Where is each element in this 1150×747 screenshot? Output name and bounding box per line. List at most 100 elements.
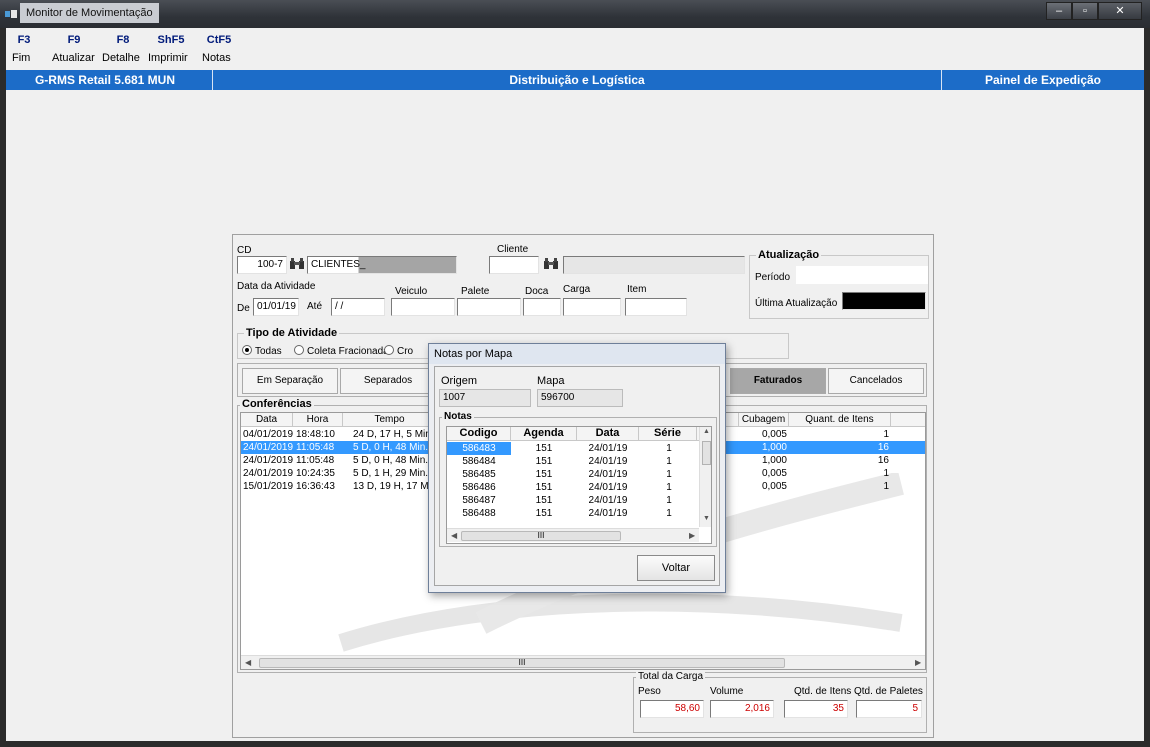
scrollbar-thumb[interactable] bbox=[702, 441, 711, 465]
cell-itens: 16 bbox=[877, 455, 889, 466]
column-header[interactable]: Série bbox=[639, 427, 697, 441]
column-header[interactable]: Data bbox=[241, 413, 293, 427]
radio-cross[interactable]: Cro bbox=[384, 345, 413, 357]
vertical-scrollbar[interactable]: ▲ ▼ bbox=[699, 427, 711, 527]
column-header[interactable]: Hora bbox=[293, 413, 343, 427]
radio-todas[interactable]: Todas bbox=[242, 345, 282, 357]
cell-hora: 10:24:35 bbox=[296, 468, 335, 479]
minimize-button[interactable]: – bbox=[1046, 2, 1072, 20]
column-header[interactable]: Tempo bbox=[343, 413, 437, 427]
date-from-input[interactable]: 01/01/19 bbox=[253, 298, 299, 316]
toolbar-key: F8 bbox=[116, 34, 130, 46]
cliente-input[interactable] bbox=[489, 256, 539, 274]
cell-hora: 16:36:43 bbox=[296, 481, 335, 492]
close-button[interactable]: ✕ bbox=[1098, 2, 1142, 20]
cell-agenda: 151 bbox=[535, 443, 553, 454]
radio-checked-icon bbox=[242, 345, 252, 355]
module-title: Distribuição e Logística bbox=[509, 73, 645, 87]
binoculars-icon[interactable] bbox=[289, 257, 305, 271]
radio-label: Coleta Fracionada bbox=[307, 346, 389, 357]
nota-row[interactable]: 586487 151 24/01/19 1 bbox=[447, 494, 699, 507]
toolbar-label: Imprimir bbox=[148, 52, 188, 64]
peso-label: Peso bbox=[638, 686, 661, 697]
nota-row[interactable]: 586486 151 24/01/19 1 bbox=[447, 481, 699, 494]
cell-hora: 11:05:48 bbox=[296, 455, 335, 466]
cd-name-field: CLIENTES_ bbox=[307, 256, 457, 274]
voltar-button[interactable]: Voltar bbox=[637, 555, 715, 581]
scroll-left-icon[interactable]: ◀ bbox=[245, 656, 251, 669]
cell-tempo: 5 D, 0 H, 48 Min. bbox=[353, 442, 429, 453]
conferencias-title: Conferências bbox=[240, 398, 314, 410]
dialog-title: Notas por Mapa bbox=[429, 344, 725, 364]
scrollbar-thumb[interactable]: III bbox=[259, 658, 785, 668]
tab-cancelados[interactable]: Cancelados bbox=[828, 368, 924, 394]
radio-coleta-fracionada[interactable]: Coleta Fracionada bbox=[294, 345, 389, 357]
atualizacao-title: Atualização bbox=[756, 249, 822, 261]
cell-data: 04/01/2019 bbox=[243, 429, 294, 440]
column-header[interactable]: Codigo bbox=[447, 427, 511, 441]
cell-cubagem: 0,005 bbox=[761, 468, 787, 479]
cell-data: 24/01/19 bbox=[588, 443, 628, 454]
column-header[interactable]: Data bbox=[577, 427, 639, 441]
carga-label: Carga bbox=[563, 284, 591, 295]
scroll-right-icon[interactable]: ▶ bbox=[915, 656, 921, 669]
restore-button[interactable]: ▫ bbox=[1072, 2, 1098, 20]
radio-label: Todas bbox=[255, 346, 282, 357]
radio-icon bbox=[384, 345, 394, 355]
atualizacao-group: Atualização Período Última Atualização bbox=[749, 249, 929, 319]
scroll-down-icon[interactable]: ▼ bbox=[703, 515, 710, 522]
window-titlebar: Monitor de Movimentação – ▫ ✕ bbox=[0, 0, 1150, 28]
toolbar-notas-button[interactable]: CtF5 Notas bbox=[202, 34, 236, 64]
cell-tempo: 5 D, 0 H, 48 Min. bbox=[353, 455, 429, 466]
cell-agenda: 151 bbox=[535, 508, 553, 519]
toolbar-atualizar-button[interactable]: F9 Atualizar bbox=[52, 34, 96, 64]
toolbar-fim-button[interactable]: F3 Fim bbox=[12, 34, 36, 64]
palete-input[interactable] bbox=[457, 298, 521, 316]
cell-codigo: 586485 bbox=[462, 469, 496, 480]
periodo-field bbox=[796, 266, 928, 284]
cell-data: 24/01/2019 bbox=[243, 455, 294, 466]
doca-input[interactable] bbox=[523, 298, 561, 316]
horizontal-scrollbar[interactable]: ◀ III ▶ bbox=[447, 528, 699, 542]
column-header[interactable]: Cubagem bbox=[739, 413, 789, 427]
cliente-name-field bbox=[563, 256, 745, 274]
item-input[interactable] bbox=[625, 298, 687, 316]
cell-itens: 1 bbox=[883, 481, 889, 492]
binoculars-icon[interactable] bbox=[543, 257, 559, 271]
tipo-atividade-title: Tipo de Atividade bbox=[244, 327, 340, 339]
veiculo-input[interactable] bbox=[391, 298, 455, 316]
scroll-left-icon[interactable]: ◀ bbox=[451, 529, 457, 543]
nota-row[interactable]: 586488 151 24/01/19 1 bbox=[447, 507, 699, 520]
scroll-right-icon[interactable]: ▶ bbox=[689, 529, 695, 543]
scrollbar-thumb[interactable]: III bbox=[461, 531, 621, 541]
cell-data: 24/01/19 bbox=[588, 469, 628, 480]
horizontal-scrollbar[interactable]: ◀ III ▶ bbox=[241, 655, 925, 669]
toolbar-imprimir-button[interactable]: ShF5 Imprimir bbox=[148, 34, 194, 64]
column-header[interactable]: Quant. de Itens bbox=[789, 413, 891, 427]
cell-agenda: 151 bbox=[535, 495, 553, 506]
nota-row[interactable]: 586485 151 24/01/19 1 bbox=[447, 468, 699, 481]
date-to-input[interactable]: / / bbox=[331, 298, 385, 316]
toolbar-detalhe-button[interactable]: F8 Detalhe bbox=[102, 34, 144, 64]
tab-em-separacao[interactable]: Em Separação bbox=[242, 368, 338, 394]
peso-value: 58,60 bbox=[640, 700, 704, 718]
cell-codigo: 586483 bbox=[447, 442, 511, 455]
doca-label: Doca bbox=[525, 286, 549, 297]
nota-row[interactable]: 586484 151 24/01/19 1 bbox=[447, 455, 699, 468]
cell-agenda: 151 bbox=[535, 469, 553, 480]
tab-separados[interactable]: Separados bbox=[340, 368, 436, 394]
scroll-up-icon[interactable]: ▲ bbox=[703, 428, 710, 435]
table-header: Codigo Agenda Data Série bbox=[447, 427, 699, 441]
tab-faturados[interactable]: Faturados bbox=[730, 368, 826, 394]
radio-label: Cro bbox=[397, 346, 414, 357]
origem-label: Origem bbox=[441, 375, 478, 387]
cd-input[interactable]: 100-7 bbox=[237, 256, 287, 274]
cell-cubagem: 1,000 bbox=[761, 455, 787, 466]
notas-por-mapa-dialog: Notas por Mapa Origem 1007 Mapa 596700 N… bbox=[428, 343, 726, 593]
cell-tempo: 13 D, 19 H, 17 Min. bbox=[353, 481, 440, 492]
carga-input[interactable] bbox=[563, 298, 621, 316]
cell-codigo: 586486 bbox=[462, 482, 496, 493]
column-header[interactable]: Agenda bbox=[511, 427, 577, 441]
nota-row[interactable]: 586483 151 24/01/19 1 bbox=[447, 442, 699, 455]
cell-serie: 1 bbox=[666, 443, 672, 454]
